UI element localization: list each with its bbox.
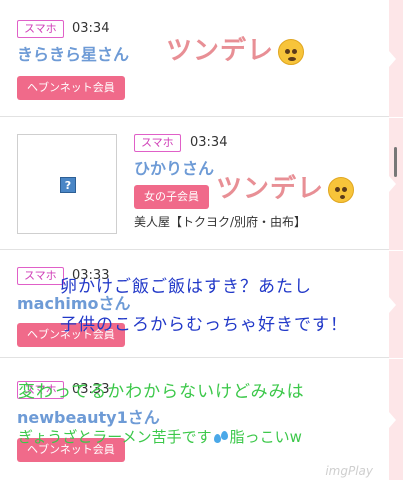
overlay-text-line-1: 卵かけご飯ご飯はすき？あたし — [60, 277, 312, 297]
post-card-3[interactable]: スマホ 03:33 machimoさん ヘブンネット会員 — [0, 251, 389, 358]
tsundere-sticker: ツンデレ — [216, 168, 355, 205]
card-side-rail[interactable] — [389, 118, 403, 250]
sticker-text: ツンデレ — [166, 36, 275, 66]
poster-name[interactable]: ひかりさん — [134, 159, 214, 179]
device-tag: スマホ — [134, 134, 181, 152]
card-side-rail[interactable] — [389, 251, 403, 358]
shop-name[interactable]: 美人屋【トクヨク/別府・由布】 — [134, 214, 306, 230]
rail-arrow-icon — [389, 50, 396, 67]
sweat-droplets-icon — [212, 430, 230, 446]
card-side-rail[interactable] — [389, 0, 403, 117]
rail-arrow-icon — [389, 176, 396, 192]
rail-arrow-icon — [389, 411, 396, 428]
poster-name[interactable]: newbeauty1さん — [17, 408, 160, 428]
member-badge: ヘブンネット会員 — [17, 76, 125, 100]
overlay-text-line-4a: ぎょうざとラーメン苦手です — [18, 428, 212, 446]
sticker-text: ツンデレ — [216, 174, 325, 204]
overlay-text-line-2: 子供のころからむっちゃ好きです！ — [60, 315, 348, 335]
overlay-text-line-4b: 脂っこいw — [229, 428, 302, 446]
profile-thumbnail[interactable]: ? — [17, 134, 117, 234]
tsundere-sticker: ツンデレ — [166, 30, 305, 67]
poster-name[interactable]: きらきら星さん — [17, 45, 129, 65]
flushed-face-icon — [278, 38, 305, 65]
watermark: imgPlay — [325, 464, 373, 478]
overlay-text-line-3: 変わってるかわからないけどみみは — [18, 382, 305, 402]
missing-image-icon: ? — [60, 177, 76, 193]
rail-arrow-icon — [389, 296, 396, 313]
post-time: 03:34 — [190, 135, 228, 150]
member-badge: 女の子会員 — [134, 185, 209, 209]
overlay-text-line-4: ぎょうざとラーメン苦手です 脂っこいw — [18, 426, 302, 447]
card-side-rail[interactable] — [389, 359, 403, 480]
device-tag: スマホ — [17, 267, 64, 285]
kissing-face-icon — [328, 176, 355, 203]
device-tag: スマホ — [17, 20, 64, 38]
post-time: 03:34 — [72, 21, 110, 36]
scrollbar-thumb[interactable] — [394, 147, 397, 177]
